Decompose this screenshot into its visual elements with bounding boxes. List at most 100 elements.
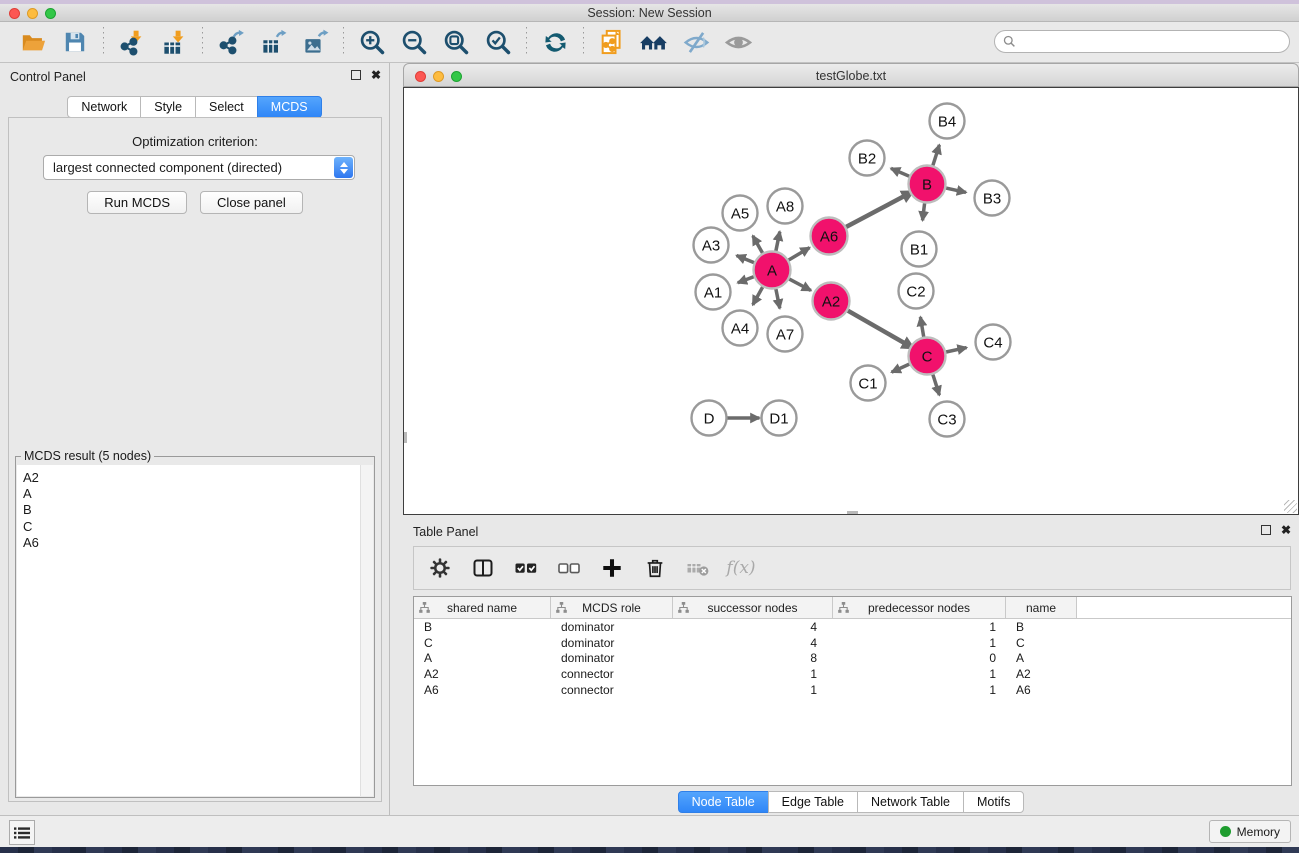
graph-edge-B-B3[interactable] xyxy=(946,188,966,192)
table-row[interactable]: A6connector11A6 xyxy=(414,682,1291,698)
column-header-name[interactable]: name xyxy=(1006,597,1077,618)
graph-node-A4[interactable]: A4 xyxy=(723,311,758,346)
cell-successor-nodes[interactable]: 1 xyxy=(673,667,833,681)
graph-edge-A-A1[interactable] xyxy=(738,277,754,283)
graph-node-C4[interactable]: C4 xyxy=(976,325,1011,360)
cell-predecessor-nodes[interactable]: 0 xyxy=(833,651,1006,665)
open-session-icon[interactable] xyxy=(17,26,49,58)
mcds-result-item[interactable]: A2 xyxy=(23,470,373,486)
tab-edge-table[interactable]: Edge Table xyxy=(768,791,858,813)
tab-network-table[interactable]: Network Table xyxy=(857,791,964,813)
tab-motifs[interactable]: Motifs xyxy=(963,791,1024,813)
graph-node-B4[interactable]: B4 xyxy=(930,104,965,139)
cell-shared-name[interactable]: C xyxy=(414,636,551,650)
result-list-scrollbar[interactable] xyxy=(360,465,373,796)
table-row[interactable]: Adominator80A xyxy=(414,650,1291,666)
graph-edge-A-A6[interactable] xyxy=(789,248,810,260)
tab-select[interactable]: Select xyxy=(195,96,258,118)
cell-name[interactable]: C xyxy=(1006,636,1077,650)
close-panel-button[interactable]: Close panel xyxy=(200,191,303,214)
search-field[interactable] xyxy=(994,30,1290,53)
graph-node-A1[interactable]: A1 xyxy=(696,275,731,310)
column-header-predecessor-nodes[interactable]: predecessor nodes xyxy=(833,597,1006,618)
zoom-fit-icon[interactable] xyxy=(440,26,472,58)
graph-edge-B-B2[interactable] xyxy=(891,168,909,176)
graph-node-C1[interactable]: C1 xyxy=(851,366,886,401)
graph-node-A[interactable]: A xyxy=(754,252,791,289)
cell-shared-name[interactable]: A6 xyxy=(414,683,551,697)
export-network-icon[interactable] xyxy=(215,26,247,58)
table-row[interactable]: Bdominator41B xyxy=(414,619,1291,635)
graph-edge-C-C4[interactable] xyxy=(946,348,967,352)
graph-node-A8[interactable]: A8 xyxy=(768,189,803,224)
graph-node-A5[interactable]: A5 xyxy=(723,196,758,231)
run-mcds-button[interactable]: Run MCDS xyxy=(87,191,187,214)
graph-node-A3[interactable]: A3 xyxy=(694,228,729,263)
float-table-panel-icon[interactable] xyxy=(1261,525,1271,535)
graph-node-C[interactable]: C xyxy=(909,338,946,375)
criterion-dropdown[interactable]: largest connected component (directed) xyxy=(43,155,355,180)
tab-node-table[interactable]: Node Table xyxy=(678,791,769,813)
clone-network-icon[interactable] xyxy=(596,26,628,58)
graph-edge-B-B4[interactable] xyxy=(933,145,940,166)
graph-edge-A-A2[interactable] xyxy=(789,279,811,290)
export-image-icon[interactable] xyxy=(299,26,331,58)
graph-edge-A-A3[interactable] xyxy=(737,256,754,263)
close-table-panel-icon[interactable]: ✖ xyxy=(1281,525,1291,535)
cell-predecessor-nodes[interactable]: 1 xyxy=(833,667,1006,681)
cell-predecessor-nodes[interactable]: 1 xyxy=(833,683,1006,697)
cell-name[interactable]: A6 xyxy=(1006,683,1077,697)
graph-node-A2[interactable]: A2 xyxy=(813,283,850,320)
graph-node-B2[interactable]: B2 xyxy=(850,141,885,176)
graph-edge-C-C2[interactable] xyxy=(920,317,923,337)
node-table[interactable]: shared nameMCDS rolesuccessor nodesprede… xyxy=(413,596,1292,786)
zoom-out-icon[interactable] xyxy=(398,26,430,58)
export-table-icon[interactable] xyxy=(257,26,289,58)
cell-name[interactable]: A xyxy=(1006,651,1077,665)
graph-node-C2[interactable]: C2 xyxy=(899,274,934,309)
graph-node-A7[interactable]: A7 xyxy=(768,317,803,352)
delete-column-icon[interactable] xyxy=(642,555,668,581)
graph-edge-A-A4[interactable] xyxy=(753,287,763,305)
table-row[interactable]: A2connector11A2 xyxy=(414,666,1291,682)
column-header-mcds-role[interactable]: MCDS role xyxy=(551,597,673,618)
delete-table-icon[interactable] xyxy=(685,555,711,581)
apply-function-icon[interactable]: f(x) xyxy=(728,555,754,581)
split-view-icon[interactable] xyxy=(470,555,496,581)
graph-edge-A6-B[interactable] xyxy=(846,191,913,227)
table-row[interactable]: Cdominator41C xyxy=(414,635,1291,651)
graph-node-A6[interactable]: A6 xyxy=(811,218,848,255)
show-graphics-details-icon[interactable] xyxy=(722,26,754,58)
cell-mcds-role[interactable]: dominator xyxy=(551,651,673,665)
mcds-result-item[interactable]: A6 xyxy=(23,535,373,551)
cell-predecessor-nodes[interactable]: 1 xyxy=(833,636,1006,650)
cell-shared-name[interactable]: A xyxy=(414,651,551,665)
cell-shared-name[interactable]: B xyxy=(414,620,551,634)
graph-node-C3[interactable]: C3 xyxy=(930,402,965,437)
save-session-icon[interactable] xyxy=(59,26,91,58)
cell-mcds-role[interactable]: connector xyxy=(551,667,673,681)
select-all-icon[interactable] xyxy=(513,555,539,581)
mcds-result-item[interactable]: B xyxy=(23,502,373,518)
zoom-selected-icon[interactable] xyxy=(482,26,514,58)
cell-successor-nodes[interactable]: 8 xyxy=(673,651,833,665)
tab-mcds[interactable]: MCDS xyxy=(257,96,322,118)
add-column-icon[interactable] xyxy=(599,555,625,581)
deselect-all-icon[interactable] xyxy=(556,555,582,581)
cell-successor-nodes[interactable]: 4 xyxy=(673,636,833,650)
graph-edge-A-A5[interactable] xyxy=(753,236,763,253)
hide-graphics-details-icon[interactable] xyxy=(680,26,712,58)
column-header-shared-name[interactable]: shared name xyxy=(414,597,551,618)
window-resize-grip[interactable] xyxy=(1284,500,1297,513)
graph-edge-B-B1[interactable] xyxy=(923,203,925,220)
network-canvas[interactable]: B4B2BB3A8A5A6A3B1AA1C2A2A4A7C4CC1C3DD1 xyxy=(403,87,1299,515)
cell-mcds-role[interactable]: connector xyxy=(551,683,673,697)
cell-name[interactable]: A2 xyxy=(1006,667,1077,681)
import-network-from-file-icon[interactable] xyxy=(116,26,148,58)
cell-successor-nodes[interactable]: 1 xyxy=(673,683,833,697)
cell-name[interactable]: B xyxy=(1006,620,1077,634)
graph-node-D[interactable]: D xyxy=(692,401,727,436)
graph-edge-C-C1[interactable] xyxy=(892,364,910,372)
first-neighbors-icon[interactable] xyxy=(638,26,670,58)
float-panel-icon[interactable] xyxy=(351,70,361,80)
